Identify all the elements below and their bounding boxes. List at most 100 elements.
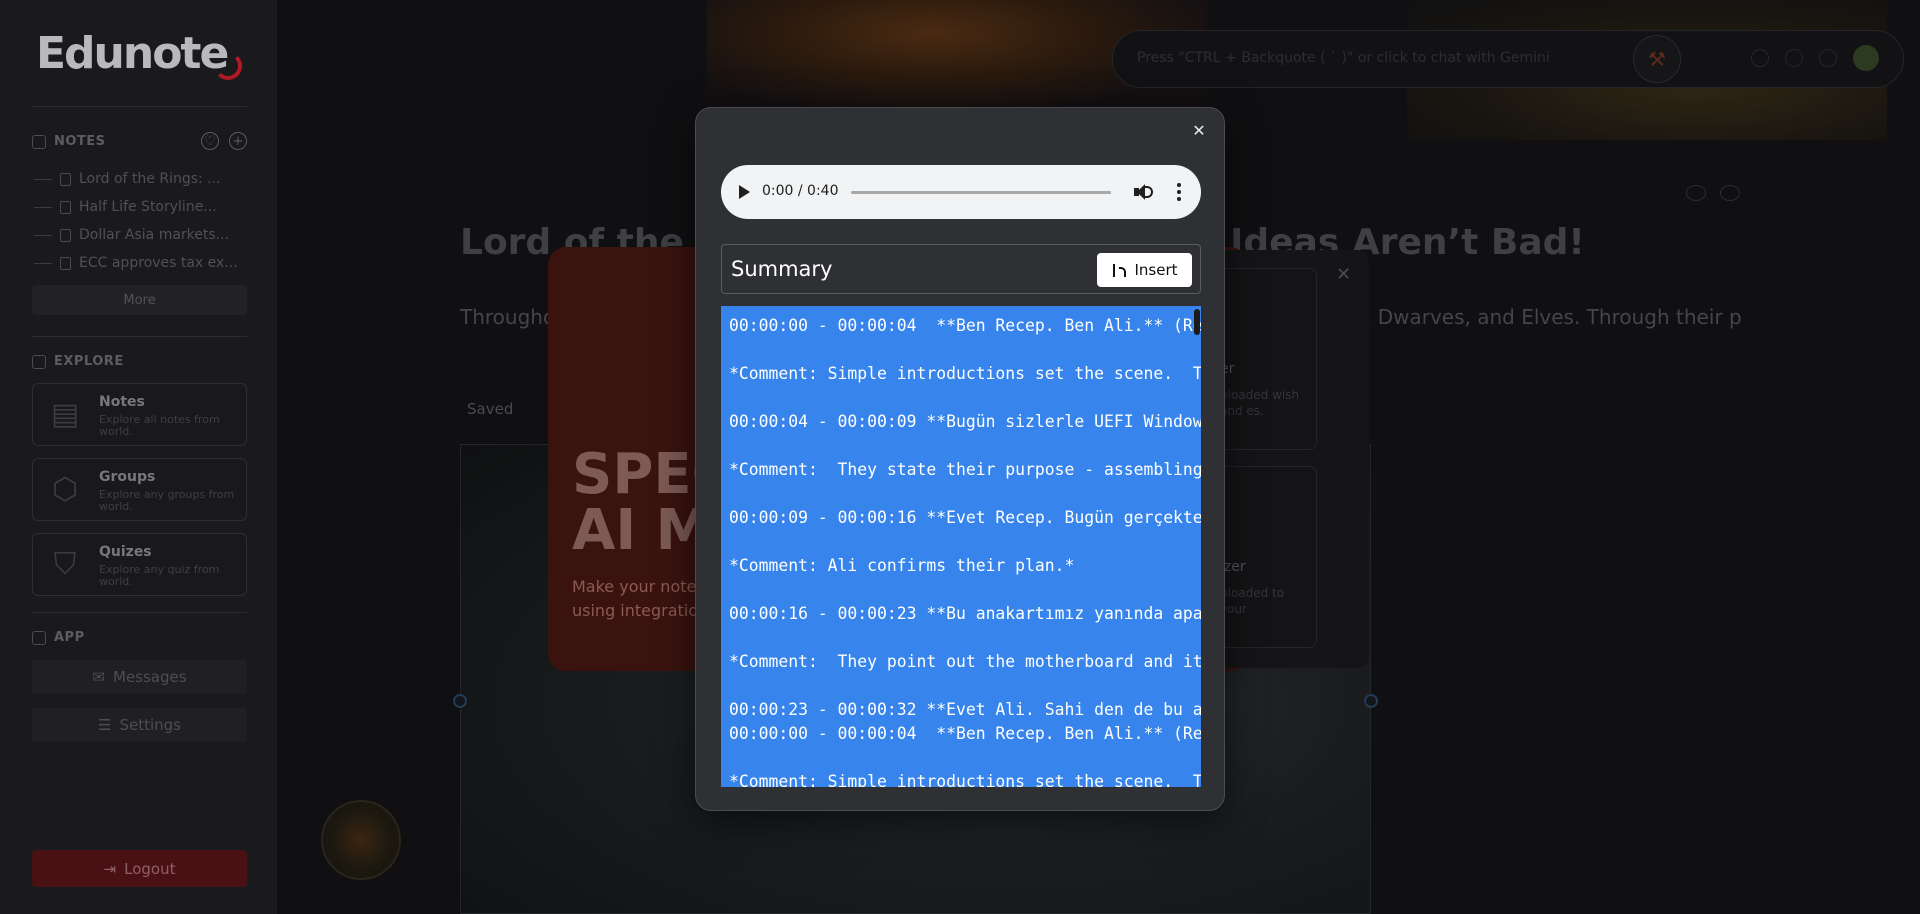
audio-progress-slider[interactable] <box>851 191 1111 194</box>
transcript-gap <box>729 482 1193 506</box>
feature-card-desc: ploaded to your <box>1220 586 1285 616</box>
explore-section-icon <box>32 354 46 369</box>
scrollbar[interactable] <box>1194 309 1200 335</box>
explore-card-title: Notes <box>99 394 145 410</box>
transcript-line: 00:00:00 - 00:00:04 **Ben Recep. Ben Ali… <box>729 316 1201 335</box>
transcript-line: *Comment: Simple introductions set the s… <box>729 772 1201 787</box>
logout-label: Logout <box>124 859 176 878</box>
eye-icon[interactable] <box>1686 185 1706 201</box>
notes-section-actions: ♡ + <box>201 132 247 150</box>
transcript-line: *Comment: They point out the motherboard… <box>729 652 1201 671</box>
shield-question-icon: ⛉ <box>53 547 77 582</box>
close-icon[interactable]: ✕ <box>1190 122 1208 140</box>
explore-section-header: EXPLORE <box>32 354 124 369</box>
app-root: Edunote NOTES ♡ + Lord of the Rings: ...… <box>0 0 1920 914</box>
transcript-gap <box>729 578 1193 602</box>
explore-quizes-card[interactable]: ⛉ Quizes Explore any quiz from world. <box>32 533 247 596</box>
explore-groups-card[interactable]: ⬡ Groups Explore any groups from world. <box>32 458 247 521</box>
transcript-lines: 00:00:00 - 00:00:04 **Ben Recep. Ben Ali… <box>721 306 1201 787</box>
app-section-label: APP <box>54 630 85 645</box>
messages-button[interactable]: ✉ Messages <box>32 660 247 694</box>
logout-icon: ⇥ <box>103 859 117 878</box>
tree-branch <box>34 178 52 180</box>
sidebar-divider <box>32 336 247 337</box>
note-item-label: Lord of the Rings: ... <box>79 171 221 187</box>
insert-icon <box>1111 263 1127 278</box>
sidebar-divider <box>32 106 247 107</box>
explore-card-title: Groups <box>99 469 156 485</box>
page-subtitle: Througho <box>460 305 556 329</box>
explore-card-title: Quizes <box>99 544 152 560</box>
transcript-gap <box>729 434 1193 458</box>
note-item-label: Dollar Asia markets... <box>79 227 230 243</box>
notes-section-label: NOTES <box>54 134 106 149</box>
audio-time: 0:00 / 0:40 <box>762 183 839 199</box>
add-note-icon[interactable]: + <box>229 132 247 150</box>
play-icon[interactable] <box>739 185 750 199</box>
transcript-line: *Comment: Simple introductions set the s… <box>729 364 1201 383</box>
emblem-image <box>321 800 401 880</box>
explore-notes-card[interactable]: ▤ Notes Explore all notes from world. <box>32 383 247 446</box>
messages-label: Messages <box>113 668 187 686</box>
transcript-text[interactable]: 00:00:00 - 00:00:04 **Ben Recep. Ben Ali… <box>721 306 1201 787</box>
notes-section-icon <box>32 134 46 149</box>
more-notes-button[interactable]: More <box>32 285 247 315</box>
bell-icon[interactable] <box>1751 49 1769 67</box>
transcript-gap <box>729 386 1193 410</box>
gemini-hammer-icon[interactable]: ⚒ <box>1633 35 1681 83</box>
sidebar-divider <box>32 612 247 613</box>
note-item[interactable]: Half Life Storyline... <box>34 193 250 221</box>
note-item[interactable]: Lord of the Rings: ... <box>34 165 250 193</box>
avatar[interactable] <box>1853 45 1879 71</box>
transcript-gap <box>729 530 1193 554</box>
note-item-label: ECC approves tax ex... <box>79 255 238 271</box>
transcript-line: *Comment: Ali confirms their plan.* <box>729 556 1075 575</box>
transcript-gap <box>729 338 1193 362</box>
transcript-line: *Comment: They state their purpose - ass… <box>729 460 1201 479</box>
note-item[interactable]: Dollar Asia markets... <box>34 221 250 249</box>
volume-icon[interactable] <box>1133 183 1153 201</box>
resize-handle-right[interactable] <box>1364 694 1378 708</box>
app-logo[interactable]: Edunote <box>36 28 229 79</box>
resize-handle-left[interactable] <box>453 694 467 708</box>
close-icon[interactable]: ✕ <box>1336 264 1351 285</box>
transcript-gap <box>729 674 1193 698</box>
theme-icon[interactable] <box>1785 49 1803 67</box>
app-section-header: APP <box>32 630 85 645</box>
cubes-icon: ⬡ <box>51 472 79 507</box>
audio-player[interactable]: 0:00 / 0:40 <box>721 165 1201 219</box>
more-options-icon[interactable] <box>1177 183 1181 201</box>
transcript-line: 00:00:09 - 00:00:16 **Evet Recep. Bugün … <box>729 508 1201 527</box>
settings-button[interactable]: ☰ Settings <box>32 708 247 742</box>
document-icon <box>60 256 71 270</box>
note-tree: Lord of the Rings: ... Half Life Storyli… <box>34 165 250 277</box>
transcript-line: 00:00:16 - 00:00:23 **Bu anakartımız yan… <box>729 604 1201 623</box>
sliders-icon: ☰ <box>98 716 112 734</box>
tree-branch <box>34 206 52 208</box>
logo-mark-icon <box>214 52 242 80</box>
feature-card-desc: ploaded wish and es. <box>1220 388 1300 418</box>
gear-icon[interactable] <box>1720 185 1740 201</box>
favorite-icon[interactable]: ♡ <box>201 132 219 150</box>
page-subtitle-right: , Dwarves, and Elves. Through their p <box>1365 305 1742 329</box>
transcript-line: 00:00:04 - 00:00:09 **Bugün sizlerle UEF… <box>729 412 1201 431</box>
explore-card-desc: Explore all notes from world. <box>99 413 220 438</box>
search-input[interactable]: Press "CTRL + Backquote ( ` )" or click … <box>1137 50 1550 66</box>
summary-title: Summary <box>731 257 833 281</box>
tree-branch <box>34 234 52 236</box>
insert-button[interactable]: Insert <box>1097 253 1192 287</box>
logout-button[interactable]: ⇥ Logout <box>32 850 247 887</box>
summary-modal: ✕ 0:00 / 0:40 Summary Insert 00:00:00 - … <box>695 107 1225 811</box>
summary-header: Summary Insert <box>721 244 1201 294</box>
sidebar: Edunote NOTES ♡ + Lord of the Rings: ...… <box>0 0 277 914</box>
note-item[interactable]: ECC approves tax ex... <box>34 249 250 277</box>
settings-label: Settings <box>119 716 181 734</box>
help-icon[interactable] <box>1819 49 1837 67</box>
view-icons <box>1686 185 1740 201</box>
transcript-gap <box>729 746 1193 770</box>
document-icon <box>60 172 71 186</box>
transcript-gap <box>729 626 1193 650</box>
app-section-icon <box>32 630 46 645</box>
search-bar[interactable]: Press "CTRL + Backquote ( ` )" or click … <box>1112 30 1904 88</box>
tree-branch <box>34 262 52 264</box>
